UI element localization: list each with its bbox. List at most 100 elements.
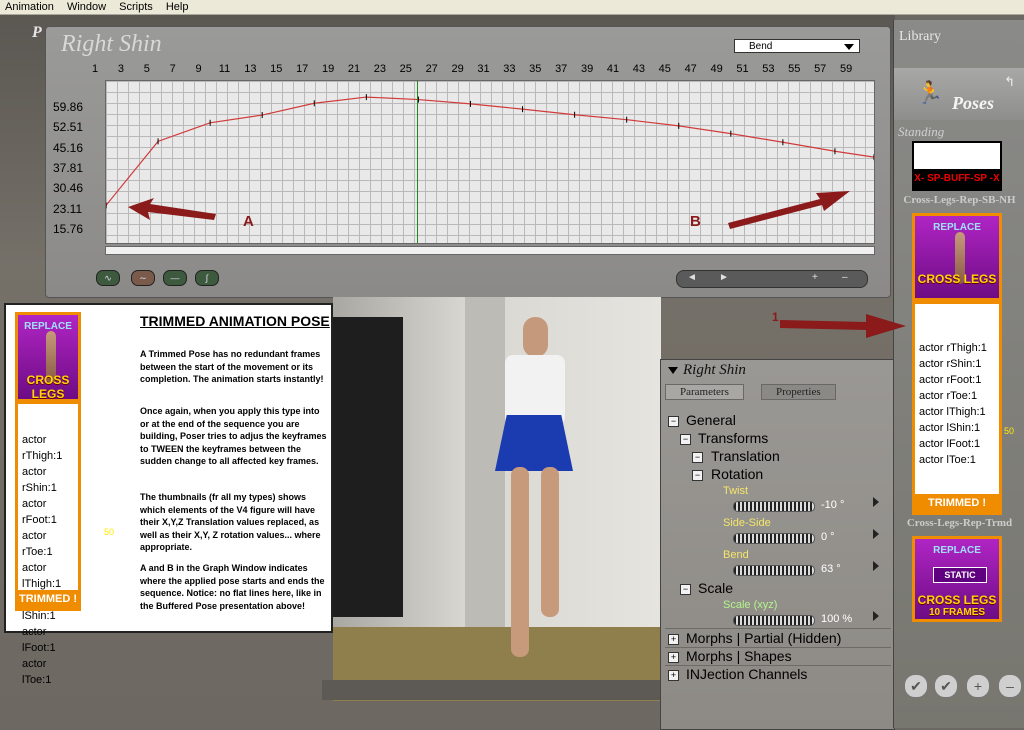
twist-dial[interactable]: [733, 501, 815, 512]
frame-tick-label: 21: [347, 63, 361, 75]
y-axis-tick-label: 15.76: [53, 221, 84, 236]
collapse-icon[interactable]: −: [680, 434, 691, 445]
back-arrow-icon[interactable]: ↰: [1004, 74, 1015, 90]
twist-menu-icon[interactable]: [873, 497, 879, 507]
item-2-side-number: 50: [1004, 426, 1015, 436]
info-paragraph-2: Once again, when you apply this type int…: [140, 406, 327, 466]
group-morphs-shapes[interactable]: Morphs | Shapes: [686, 648, 792, 664]
actor-item: actor lToe:1: [22, 658, 52, 686]
next-key-button[interactable]: ►: [719, 272, 729, 283]
library-item-2-caption[interactable]: Cross-Legs-Rep-Trmd: [894, 517, 1024, 529]
group-general[interactable]: General: [686, 412, 736, 428]
menu-scripts[interactable]: Scripts: [114, 0, 158, 14]
info-thumbnail: REPLACE CROSS LEGS: [15, 312, 81, 402]
poses-category[interactable]: 🏃 Poses ↰: [894, 68, 1024, 120]
expand-icon[interactable]: +: [668, 652, 679, 663]
parameters-panel: Right Shin Parameters Properties − Gener…: [660, 359, 895, 730]
frame-tick-label: 9: [195, 63, 202, 75]
previous-key-button[interactable]: ◄: [687, 272, 697, 283]
group-morphs-partial[interactable]: Morphs | Partial (Hidden): [686, 630, 841, 646]
apply-multiple-button[interactable]: ✔: [934, 674, 958, 698]
side-side-menu-icon[interactable]: [873, 529, 879, 539]
linear-curve-button[interactable]: ∼: [131, 270, 155, 286]
add-to-library-button[interactable]: +: [966, 674, 990, 698]
tab-properties[interactable]: Properties: [761, 384, 836, 400]
bend-dial[interactable]: [733, 565, 815, 576]
frame-tick-label: 19: [321, 63, 335, 75]
library-item-1-thumb[interactable]: X- SP-BUFF-SP -X: [912, 141, 1002, 191]
twist-value[interactable]: -10 °: [821, 499, 844, 511]
frame-tick-label: 1: [91, 63, 99, 75]
collapse-triangle-icon[interactable]: [668, 367, 678, 374]
library-item-2-thumb[interactable]: REPLACE CROSS LEGS: [912, 213, 1002, 301]
item-3-frames: 10 FRAMES: [928, 607, 986, 618]
y-axis-tick-label: 37.81: [53, 160, 84, 175]
bend-menu-icon[interactable]: [873, 561, 879, 571]
actor-item: actor lThigh:1: [919, 406, 986, 418]
tab-parameters[interactable]: Parameters: [665, 384, 744, 400]
marker-b-label: B: [690, 213, 701, 230]
frame-tick-label: 49: [710, 63, 723, 75]
poses-label: Poses: [952, 93, 994, 113]
info-paragraph-1: A Trimmed Pose has no redundant frames b…: [140, 349, 324, 384]
item-2-label: CROSS LEGS: [917, 272, 997, 286]
frame-tick-label: 57: [814, 63, 827, 75]
library-window-controls[interactable]: [989, 22, 1019, 36]
item-3-label: CROSS LEGS: [917, 593, 997, 607]
menu-animation[interactable]: Animation: [0, 0, 59, 14]
library-title: Library: [899, 29, 941, 44]
scene-viewport[interactable]: [333, 297, 661, 701]
actor-item: actor rThigh:1: [919, 342, 987, 354]
frame-tick-label: 27: [425, 63, 438, 75]
group-injection-channels[interactable]: INJection Channels: [686, 666, 807, 682]
frame-tick-label: 31: [477, 63, 490, 75]
remove-from-library-button[interactable]: –: [998, 674, 1022, 698]
apply-pose-button[interactable]: ✔: [904, 674, 928, 698]
menu-window[interactable]: Window: [62, 0, 111, 14]
collapse-icon[interactable]: −: [680, 584, 691, 595]
graph-scrollbar[interactable]: [105, 246, 875, 255]
actor-item: actor lFoot:1: [22, 626, 56, 654]
timeline-controls: ◄ ► + –: [676, 270, 868, 288]
figure-top: [505, 355, 565, 425]
frame-tick-label: 3: [117, 63, 124, 75]
group-transforms[interactable]: Transforms: [698, 430, 768, 446]
pointer-label: 1: [772, 310, 779, 324]
bend-value[interactable]: 63 °: [821, 563, 841, 575]
remove-key-button[interactable]: –: [842, 272, 848, 283]
collapse-icon[interactable]: −: [692, 470, 703, 481]
group-scale[interactable]: Scale: [698, 580, 733, 596]
item-2-actor-list: actor rThigh:1 actor rShin:1 actor rFoot…: [919, 340, 987, 468]
group-translation[interactable]: Translation: [711, 448, 780, 464]
library-item-3-thumb[interactable]: REPLACE STATIC CROSS LEGS 10 FRAMES: [912, 536, 1002, 622]
figure-skirt: [495, 415, 573, 471]
collapse-icon[interactable]: −: [692, 452, 703, 463]
actor-item: actor rShin:1: [919, 358, 982, 370]
break-spline-button[interactable]: ∫: [195, 270, 219, 286]
group-rotation[interactable]: Rotation: [711, 466, 763, 482]
info-actor-list: actor rThigh:1 actor rShin:1 actor rFoot…: [22, 432, 78, 688]
expand-icon[interactable]: +: [668, 670, 679, 681]
scale-menu-icon[interactable]: [873, 611, 879, 621]
menu-help[interactable]: Help: [161, 0, 194, 14]
expand-icon[interactable]: +: [668, 634, 679, 645]
frame-tick-label: 47: [684, 63, 697, 75]
item-3-static-badge: STATIC: [933, 567, 987, 583]
library-item-1-caption[interactable]: Cross-Legs-Rep-SB-NH: [894, 194, 1024, 206]
scale-dial[interactable]: [733, 615, 815, 626]
scale-value[interactable]: 100 %: [821, 613, 852, 625]
actor-item: actor rThigh:1: [22, 434, 63, 462]
frame-tick-label: 33: [503, 63, 516, 75]
figure-left-leg: [511, 467, 529, 657]
actor-item: actor rToe:1: [22, 530, 53, 558]
parameter-dropdown[interactable]: Bend: [734, 39, 860, 53]
constant-curve-button[interactable]: —: [163, 270, 187, 286]
spline-curve-button[interactable]: ∿: [96, 270, 120, 286]
library-item-2-card[interactable]: actor rThigh:1 actor rShin:1 actor rFoot…: [912, 301, 1002, 515]
frame-tick-label: 15: [270, 63, 283, 75]
collapse-icon[interactable]: −: [668, 416, 679, 427]
runner-icon: 🏃: [916, 80, 944, 105]
side-side-dial[interactable]: [733, 533, 815, 544]
side-side-value[interactable]: 0 °: [821, 531, 835, 543]
add-key-button[interactable]: +: [812, 272, 818, 283]
